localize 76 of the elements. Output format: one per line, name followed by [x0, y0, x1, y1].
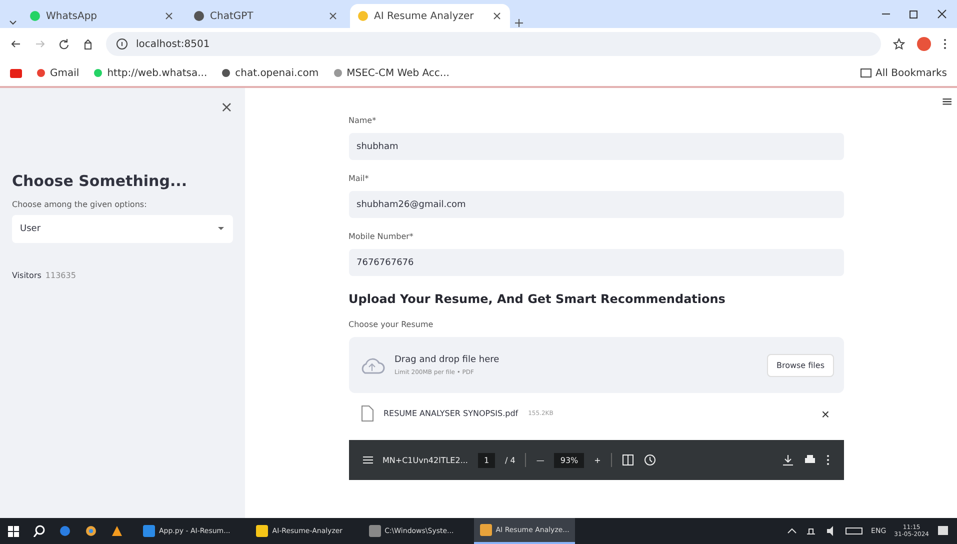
dropdown-arrow-icon [217, 225, 225, 233]
pdf-title: MN+C1Uvn42lTLE2... [382, 456, 468, 464]
chevron-up-icon [787, 526, 798, 536]
bookmark[interactable]: chat.openai.com [221, 68, 319, 78]
input-field[interactable]: shubham26@gmail.com [348, 191, 844, 218]
more-icon [826, 454, 830, 466]
file-icon [360, 405, 374, 422]
close-icon[interactable] [937, 9, 947, 19]
search-icon[interactable] [33, 525, 45, 537]
visitors-count: 113635 [45, 271, 76, 280]
reload-icon[interactable] [58, 38, 70, 50]
cone-icon[interactable] [111, 525, 123, 537]
folder-icon [860, 67, 872, 79]
zoom-out-button[interactable]: — [536, 456, 544, 464]
remove-file-button[interactable]: × [821, 406, 830, 422]
field-label: Name* [348, 116, 378, 125]
input-field[interactable]: shubham [348, 133, 844, 160]
app-icon[interactable] [59, 525, 71, 537]
app-icon [368, 525, 381, 537]
section-heading: Upload Your Resume, And Get Smart Recommendations [348, 292, 726, 306]
home-icon[interactable] [82, 38, 94, 50]
bookmark[interactable]: http://web.whatsa... [93, 68, 208, 78]
zoom-input[interactable]: 93% [554, 452, 584, 468]
dropzone-title: Drag and drop file here [394, 354, 500, 364]
site-icon [36, 68, 46, 78]
page-input[interactable]: 1 [478, 452, 496, 468]
close-button[interactable]: × [220, 98, 233, 116]
sidebar-title: Choose Something... [12, 172, 188, 190]
page-count: / 4 [505, 456, 516, 464]
notification-icon[interactable] [937, 525, 949, 537]
history-icon [644, 454, 656, 466]
close-icon[interactable] [492, 11, 502, 21]
select-label: Choose among the given options: [12, 200, 148, 209]
url-text: localhost:8501 [136, 38, 210, 50]
windows-start-icon[interactable] [8, 526, 19, 536]
all-bookmarks[interactable]: All Bookmarks [860, 67, 947, 79]
bookmark[interactable]: Gmail [36, 68, 80, 78]
visitors-label: Visitors [12, 271, 42, 280]
new-tab-icon[interactable] [514, 18, 524, 28]
site-icon [30, 11, 40, 21]
star-icon[interactable] [893, 38, 905, 50]
main-menu-button[interactable]: ≡ [941, 94, 953, 110]
menu-icon[interactable] [943, 38, 947, 50]
browser-tab[interactable]: WhatsApp [22, 4, 182, 28]
browser-icon[interactable] [85, 525, 97, 537]
field-label: Mobile Number* [348, 232, 414, 241]
browser-tab[interactable]: AI Resume Analyzer [350, 4, 510, 28]
address-bar[interactable]: localhost:8501 [106, 32, 881, 56]
zoom-in-button[interactable]: + [594, 456, 601, 464]
browse-files-button[interactable]: Browse files [767, 354, 834, 376]
back-icon[interactable] [10, 38, 22, 50]
close-icon[interactable] [328, 11, 338, 21]
app-icon [143, 525, 155, 537]
browser-tab[interactable]: ChatGPT [186, 4, 346, 28]
restore-icon[interactable] [909, 9, 919, 19]
app-icon [480, 524, 492, 536]
bookmark[interactable]: MSEC-CM Web Acc... [332, 68, 450, 78]
info-icon [116, 38, 128, 50]
menu-icon [362, 455, 372, 465]
profile-avatar[interactable] [917, 37, 931, 51]
site-icon [93, 68, 104, 78]
download-icon [782, 454, 794, 466]
site-icon [332, 68, 343, 78]
app-icon [256, 525, 268, 537]
close-icon[interactable] [164, 11, 174, 21]
file-name: RESUME ANALYSER SYNOPSIS.pdf [384, 409, 518, 418]
keyboard-icon [845, 525, 864, 537]
site-icon [194, 11, 204, 21]
site-icon [221, 68, 232, 78]
site-icon [358, 11, 368, 21]
field-label: Mail* [348, 174, 370, 183]
input-field[interactable]: 7676767676 [348, 249, 844, 276]
two-page-icon [622, 454, 634, 466]
role-select[interactable]: User [12, 215, 233, 243]
upload-label: Choose your Resume [348, 320, 434, 329]
print-icon [804, 454, 816, 466]
